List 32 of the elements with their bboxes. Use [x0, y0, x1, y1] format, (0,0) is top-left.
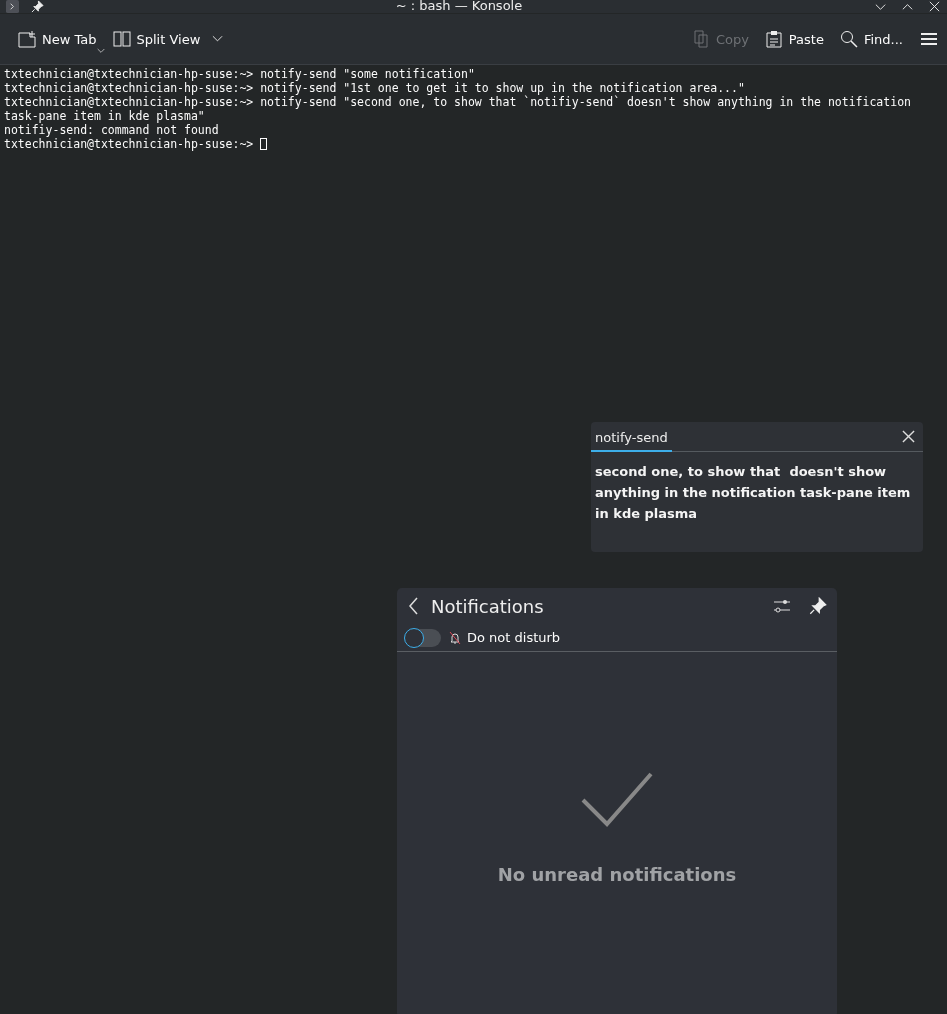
clipboard-icon	[764, 30, 783, 48]
terminal-line: task-pane item in kde plasma"	[4, 109, 205, 123]
panel-title: Notifications	[431, 595, 545, 617]
bell-off-icon	[449, 630, 461, 645]
pin-icon[interactable]	[31, 0, 44, 13]
terminal-line: txtechnician@txtechnician-hp-suse:~> notify-send "1st one to get it to show up in the notification area..."	[4, 81, 745, 95]
terminal-line: notifiy-send: command not found	[4, 123, 219, 137]
notification-text: second one, to show that doesn't show anything in the notification task-pane item in kde plasma	[594, 463, 912, 523]
new-tab-icon	[18, 30, 36, 48]
terminal-icon	[6, 0, 19, 13]
settings-icon[interactable]	[773, 597, 791, 615]
toggle-label: Do not disturb	[467, 630, 561, 645]
close-icon[interactable]	[902, 430, 915, 443]
window-title: ~ : bash — Konsole	[394, 0, 524, 13]
toolbar-button[interactable]: New Tab	[12, 26, 103, 52]
empty-message: No unread notifications	[497, 864, 737, 885]
terminal-line: txtechnician@txtechnician-hp-suse:~> notify-send "some notification"	[4, 67, 475, 81]
copy-icon	[691, 30, 710, 48]
checkmark-icon	[581, 772, 653, 828]
menu-icon[interactable]	[921, 32, 937, 46]
pin-icon[interactable]	[809, 597, 827, 615]
toolbar-button[interactable]: Find...	[833, 26, 909, 52]
terminal-line: txtechnician@txtechnician-hp-suse:~> notify-send "second one, to show that `notifiy-send` doesn't show anything in the notification	[4, 95, 911, 109]
app-name: notify-send	[591, 422, 672, 452]
toolbar-button[interactable]: Split View	[106, 26, 230, 52]
terminal-line: txtechnician@txtechnician-hp-suse:~>	[4, 137, 255, 151]
close-icon[interactable]	[928, 0, 941, 13]
toggle-switch[interactable]	[405, 628, 441, 647]
toolbar-button[interactable]: Paste	[758, 26, 830, 52]
back-icon[interactable]	[409, 597, 419, 615]
search-icon	[839, 30, 858, 48]
split-view-icon	[112, 30, 131, 48]
